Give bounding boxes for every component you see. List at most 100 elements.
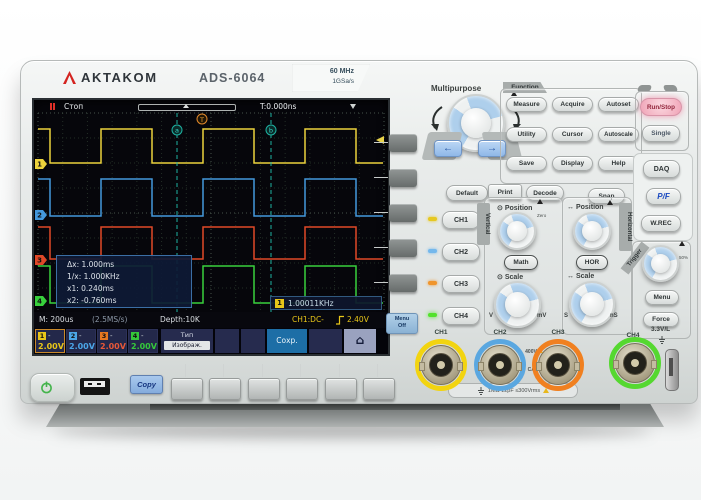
side-softkey-2[interactable] bbox=[389, 169, 417, 187]
cal-output-label: 3.3V/L bbox=[651, 326, 671, 333]
autoset-button[interactable]: Autoset bbox=[598, 97, 639, 112]
position-text: Position bbox=[504, 205, 533, 212]
push-zero-marker bbox=[607, 200, 613, 205]
ch2-led bbox=[428, 249, 437, 253]
force-button[interactable]: Force bbox=[643, 312, 679, 327]
power-button[interactable] bbox=[30, 373, 75, 402]
bottomkey-tick bbox=[223, 364, 224, 377]
bottom-softkey-5[interactable] bbox=[325, 378, 357, 400]
bottom-softkey-3[interactable] bbox=[248, 378, 280, 400]
copy-button[interactable]: Copy bbox=[130, 375, 163, 394]
softkey-tick bbox=[374, 212, 388, 213]
run-stop-button[interactable]: Run/Stop bbox=[640, 98, 682, 116]
acquire-button[interactable]: Acquire bbox=[552, 97, 593, 112]
svg-text:1: 1 bbox=[37, 161, 42, 169]
svg-text:b: b bbox=[269, 127, 273, 135]
bnc-connector-ch1 bbox=[415, 339, 467, 391]
ch4-vdiv-box: 4- 2.00V bbox=[128, 329, 158, 353]
horizontal-position-knob[interactable] bbox=[573, 212, 611, 250]
menu-off-button[interactable]: Menu Off bbox=[386, 313, 418, 334]
brand-name: AKTAKOM bbox=[81, 70, 158, 85]
ch4-badge: 4 bbox=[131, 332, 139, 340]
bottom-softkey-4[interactable] bbox=[286, 378, 318, 400]
soft-menu-bar: 1- 2.00V 2- 2.00V 3- 2.00V 4- 2.00V Тип bbox=[34, 328, 388, 354]
menu-slot-empty-1 bbox=[215, 329, 239, 353]
home-icon: ⌂ bbox=[355, 333, 365, 347]
nav-left-button[interactable]: ← bbox=[434, 140, 462, 157]
save-button[interactable]: Save bbox=[506, 156, 547, 171]
side-softkey-1[interactable] bbox=[389, 134, 417, 152]
ch2-button[interactable]: CH2 bbox=[442, 243, 480, 261]
display-button[interactable]: Display bbox=[552, 156, 593, 171]
horizontal-window-indicator bbox=[138, 104, 236, 111]
ch4-coupling: - bbox=[141, 332, 144, 340]
usb-port bbox=[80, 378, 110, 395]
softkey-tick bbox=[374, 177, 388, 178]
trigger-source-readout: CH1:DC- bbox=[292, 315, 324, 324]
svg-text:4: 4 bbox=[37, 298, 42, 306]
single-button[interactable]: Single bbox=[642, 125, 680, 142]
menu-off-line2: Off bbox=[398, 322, 406, 329]
lcd-screen: 1 2 3 4 a b T Стоп T:0.000ns Δx: 1.000ms 1/x: … bbox=[34, 100, 388, 354]
status-bar: M: 200us (2.5MS/s) Depth:10K CH1:DC- 2.4… bbox=[34, 312, 388, 328]
autoscale-button[interactable]: Autoscale bbox=[598, 127, 639, 142]
vertical-scale-knob[interactable] bbox=[494, 281, 541, 328]
menu-slot-save: Сохр. bbox=[267, 329, 307, 353]
bottom-softkey-6[interactable] bbox=[363, 378, 395, 400]
push-zero-marker: Zero bbox=[537, 199, 546, 222]
trigger-level-knob[interactable] bbox=[642, 245, 679, 282]
trigger-source-badge: 1 bbox=[275, 298, 284, 308]
run-state-label: Стоп bbox=[64, 102, 84, 111]
ch3-vdiv-box: 3- 2.00V bbox=[97, 329, 127, 353]
menu-slot-empty-3 bbox=[309, 329, 342, 353]
horizontal-position-label: ↔ Position bbox=[567, 204, 604, 211]
bottomkey-tick bbox=[185, 364, 186, 377]
vertical-position-label: ⊙ Position bbox=[497, 204, 532, 212]
ch3-button[interactable]: CH3 bbox=[442, 275, 480, 293]
ch4-button[interactable]: CH4 bbox=[442, 307, 480, 325]
side-softkey-3[interactable] bbox=[389, 204, 417, 222]
horizontal-tab: Horizontal bbox=[619, 203, 632, 251]
trigger-menu-button[interactable]: Menu bbox=[645, 290, 679, 305]
bottom-softkey-1[interactable] bbox=[171, 378, 203, 400]
hscale-max-label: nS bbox=[610, 313, 618, 319]
aktakom-logo-icon bbox=[63, 71, 76, 84]
hor-button[interactable]: HOR bbox=[576, 255, 608, 270]
side-softkey-5[interactable] bbox=[389, 274, 417, 292]
trigger-frequency-box: 1 1.00011KHz bbox=[270, 296, 382, 310]
horizontal-scale-label: ↔ Scale bbox=[567, 273, 594, 280]
scale-text: Scale bbox=[575, 273, 595, 280]
cursor-freq: 1/x: 1.000KHz bbox=[67, 272, 120, 281]
horizontal-rotary-icon: ↔ bbox=[567, 273, 574, 280]
menu-save-label: Сохр. bbox=[276, 336, 298, 345]
cursor-button[interactable]: Cursor bbox=[552, 127, 593, 142]
trigger-frequency-value: 1.00011KHz bbox=[288, 298, 334, 308]
side-softkey-4[interactable] bbox=[389, 239, 417, 257]
measure-button[interactable]: Measure bbox=[506, 97, 547, 112]
wrec-button[interactable]: W.REC bbox=[641, 215, 681, 232]
horizontal-scale-knob[interactable] bbox=[569, 281, 615, 327]
push-fifty-marker: 50% bbox=[679, 241, 688, 264]
utility-button[interactable]: Utility bbox=[506, 127, 547, 142]
pf-button[interactable]: P/F bbox=[646, 188, 681, 205]
svg-text:2: 2 bbox=[37, 212, 42, 220]
depth-readout: Depth:10K bbox=[160, 315, 200, 324]
position-text: Position bbox=[575, 204, 604, 211]
ch1-button[interactable]: CH1 bbox=[442, 211, 480, 229]
ch2-coupling: - bbox=[79, 332, 82, 340]
bnc-label-ch1: CH1 bbox=[434, 329, 448, 336]
bnc-label-ch2: CH2 bbox=[493, 329, 507, 336]
bottom-softkey-2[interactable] bbox=[209, 378, 241, 400]
ch4-vdiv: 2.00V bbox=[131, 342, 157, 351]
trigger-position-arrow bbox=[350, 104, 356, 109]
default-button[interactable]: Default bbox=[446, 185, 488, 201]
vertical-position-knob[interactable] bbox=[498, 212, 536, 250]
spec-plate: 60 MHz 1GSa/s bbox=[292, 64, 370, 92]
ch2-vdiv: 2.00V bbox=[69, 342, 95, 351]
ch1-coupling: - bbox=[48, 332, 51, 340]
daq-button[interactable]: DAQ bbox=[643, 160, 680, 178]
trigger-level-readout: 2.40V bbox=[347, 315, 369, 324]
bottomkey-tick bbox=[339, 364, 340, 377]
ch3-badge: 3 bbox=[100, 332, 108, 340]
math-button[interactable]: Math bbox=[504, 255, 538, 270]
